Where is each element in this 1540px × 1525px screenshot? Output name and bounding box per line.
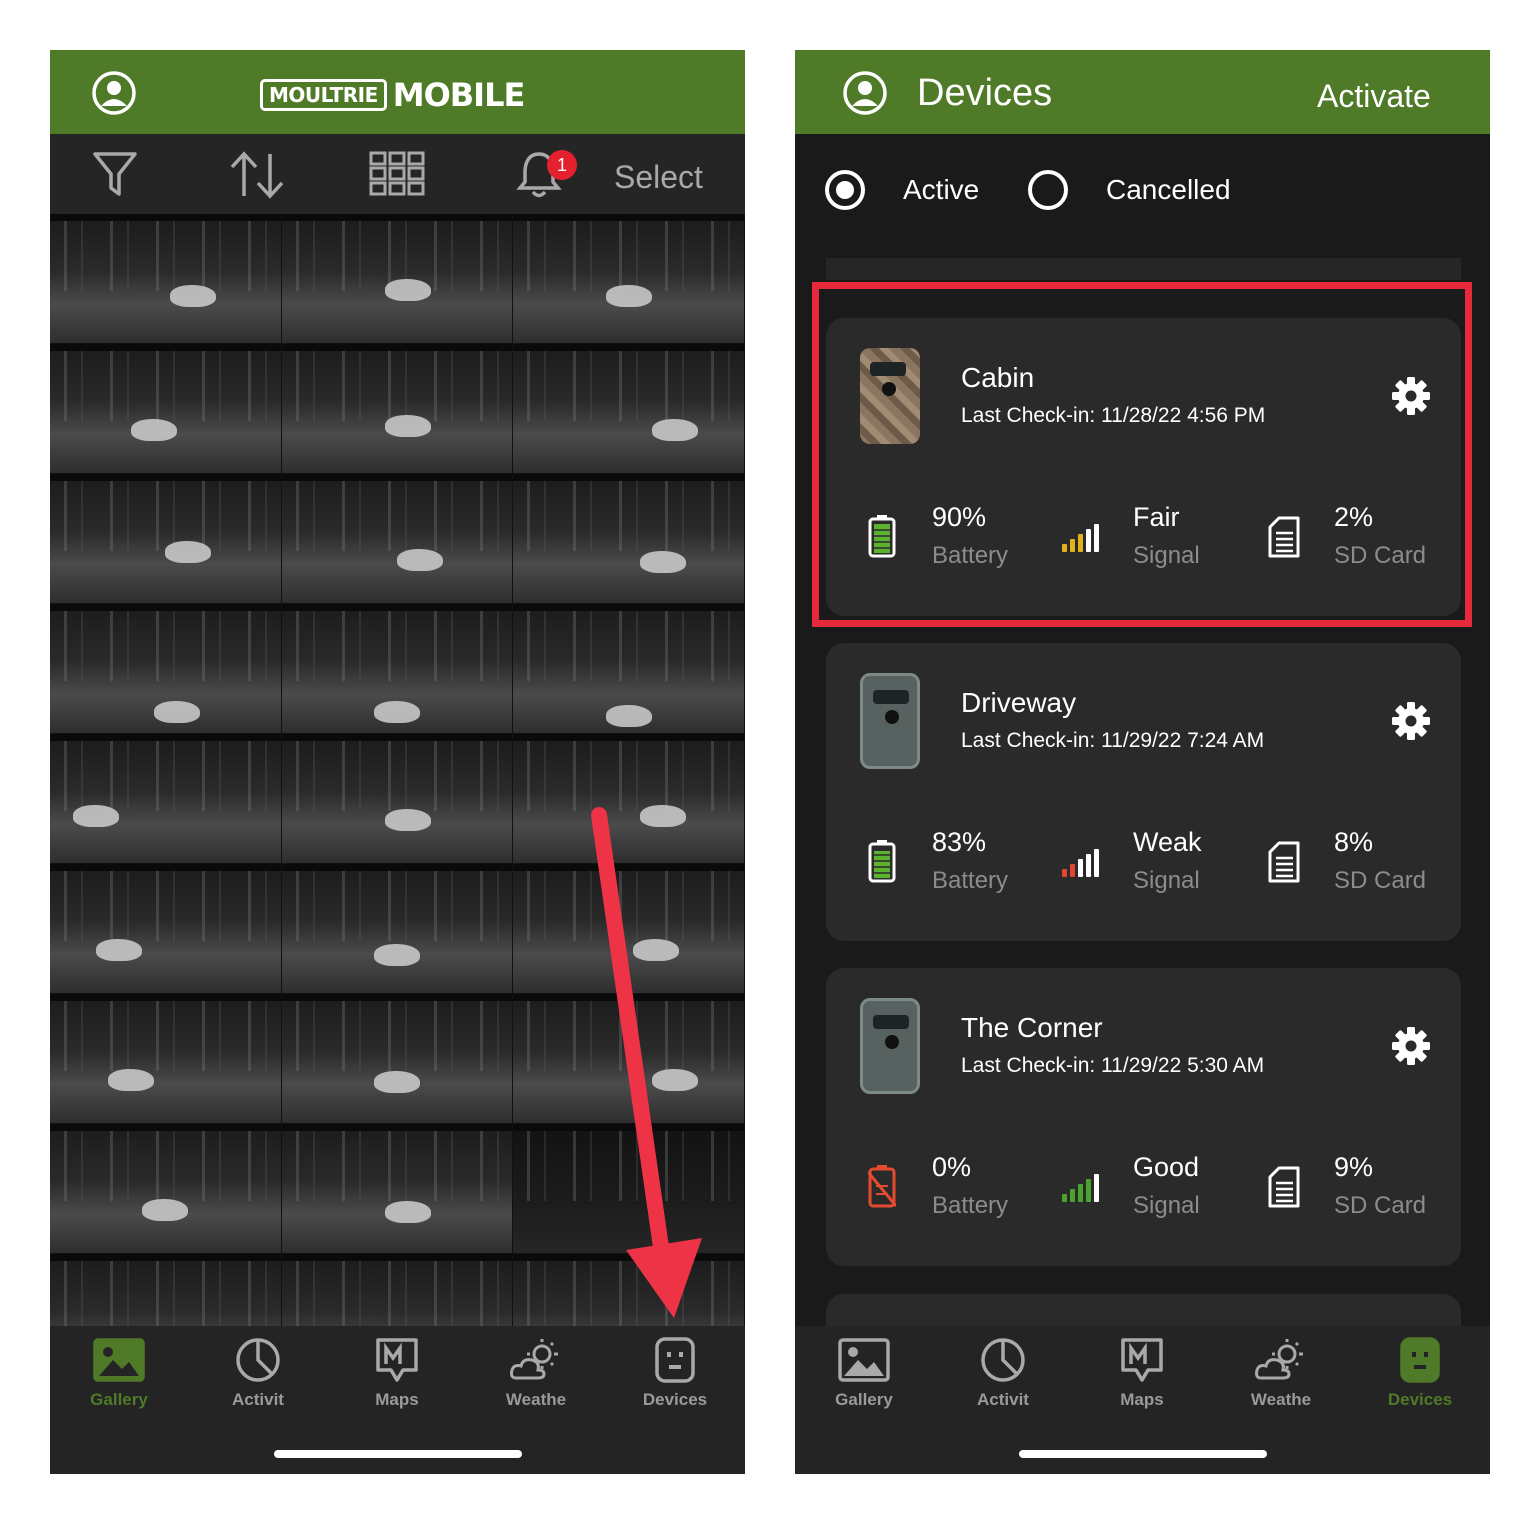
signal-value: Good [1133, 1152, 1200, 1182]
nav-label: Weathe [1250, 1390, 1312, 1409]
nav-activit[interactable]: Activit [948, 1336, 1058, 1410]
camera-thumbnail [860, 998, 920, 1094]
devices-header: Devices Activate [795, 50, 1490, 134]
sd-card-label: SD Card [1334, 1192, 1427, 1219]
device-card[interactable]: Driveway Last Check-in: 11/29/22 7:24 AM … [826, 643, 1461, 941]
camera-thumbnail [860, 673, 920, 769]
signal-value: Weak [1133, 827, 1202, 857]
weather-icon [1255, 1339, 1303, 1380]
maps-icon [1121, 1338, 1163, 1382]
battery-label: Battery [932, 867, 1009, 894]
signal-label: Signal [1133, 1192, 1200, 1219]
device-checkin: Last Check-in: 11/29/22 7:24 AM [961, 729, 1265, 752]
nav-label: Devices [1387, 1390, 1453, 1409]
active-radio-label: Active [903, 174, 980, 205]
arrow-annotation [591, 807, 702, 1318]
nav-label: Maps [1120, 1390, 1164, 1409]
battery-value: 83% [932, 827, 987, 857]
camera-lens [885, 710, 899, 724]
device-card[interactable]: The Corner Last Check-in: 11/29/22 5:30 A… [826, 968, 1461, 1266]
cancelled-radio[interactable] [1028, 170, 1068, 210]
device-name: The Corner [961, 1012, 1103, 1043]
active-radio[interactable] [825, 170, 865, 210]
device-checkin: Last Check-in: 11/29/22 5:30 AM [961, 1054, 1265, 1077]
nav-gallery[interactable]: Gallery [809, 1336, 919, 1410]
nav-devices[interactable]: Devices [1365, 1336, 1475, 1410]
device-name: Driveway [961, 687, 1077, 718]
gear-icon[interactable] [1391, 701, 1431, 741]
home-indicator [1019, 1450, 1267, 1458]
nav-weathe[interactable]: Weathe [1226, 1336, 1336, 1410]
nav-label: Gallery [835, 1390, 893, 1409]
page-title: Devices [917, 72, 1053, 114]
battery-label: Battery [932, 1192, 1009, 1219]
highlight-box [812, 282, 1472, 627]
signal-icon [1062, 1174, 1099, 1202]
camera-lens [885, 1035, 899, 1049]
cancelled-radio-label: Cancelled [1106, 174, 1231, 205]
activity-icon [981, 1338, 1025, 1382]
gear-icon[interactable] [1391, 1026, 1431, 1066]
devices-icon [1400, 1337, 1440, 1383]
sd-card-icon [1268, 1166, 1300, 1208]
gallery-screen: MOULTRIE MOBILE Select 1 Gallery Activit… [50, 50, 745, 1474]
activate-button[interactable]: Activate [1317, 78, 1431, 115]
gallery-icon [838, 1338, 890, 1382]
battery-icon [868, 840, 896, 883]
camera-sensor [873, 690, 909, 704]
sd-card-value: 9% [1334, 1152, 1374, 1182]
profile-icon[interactable] [842, 70, 888, 116]
camera-sensor [873, 1015, 909, 1029]
signal-icon [1062, 849, 1099, 877]
signal-label: Signal [1133, 867, 1200, 894]
list-top-edge [826, 258, 1461, 280]
devices-screen: Devices Activate Active Cancelled Cabin L… [795, 50, 1490, 1474]
sd-card-value: 8% [1334, 827, 1374, 857]
nav-maps[interactable]: Maps [1087, 1336, 1197, 1410]
battery-icon [868, 1165, 896, 1208]
nav-label: Activit [977, 1390, 1029, 1409]
bottom-navigation: Gallery Activit Maps Weathe Devices [795, 1326, 1490, 1474]
sd-card-label: SD Card [1334, 867, 1427, 894]
battery-value: 0% [932, 1152, 972, 1182]
sd-card-icon [1268, 841, 1300, 883]
